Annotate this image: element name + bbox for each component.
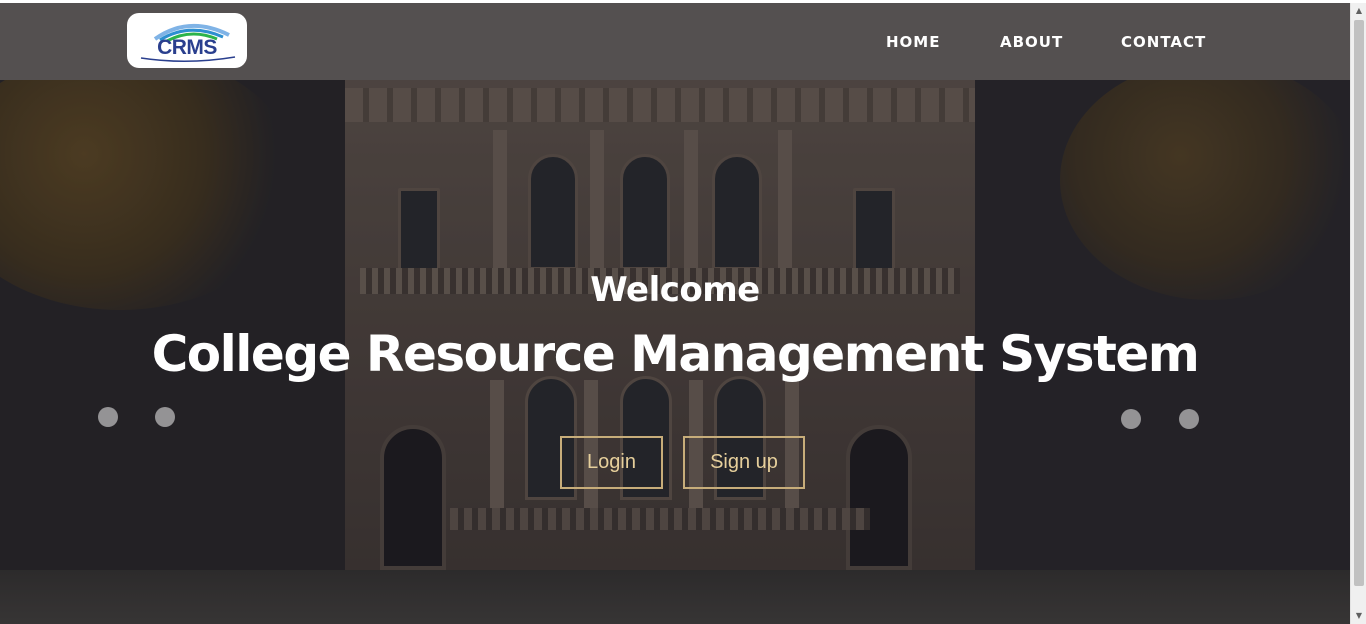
logo[interactable]: CRMS	[127, 13, 247, 68]
hero-section: Welcome College Resource Management Syst…	[0, 80, 1350, 624]
nav-contact[interactable]: CONTACT	[1121, 32, 1206, 52]
nav-about[interactable]: ABOUT	[1000, 32, 1063, 52]
hero-title: College Resource Management System	[151, 325, 1200, 383]
signup-button[interactable]: Sign up	[683, 436, 805, 489]
vertical-scrollbar[interactable]: ▲ ▼	[1350, 3, 1366, 624]
scroll-up-icon[interactable]: ▲	[1351, 3, 1366, 19]
landing-page: CRMS HOME ABOUT CONTACT Welcome College …	[0, 3, 1350, 624]
logo-text: CRMS	[157, 36, 217, 59]
login-button[interactable]: Login	[560, 436, 663, 489]
navbar: CRMS HOME ABOUT CONTACT	[0, 3, 1350, 80]
nav-home[interactable]: HOME	[886, 32, 940, 52]
hero-subtitle: Welcome	[590, 270, 760, 310]
scroll-down-icon[interactable]: ▼	[1351, 608, 1366, 624]
scroll-thumb[interactable]	[1354, 20, 1364, 586]
